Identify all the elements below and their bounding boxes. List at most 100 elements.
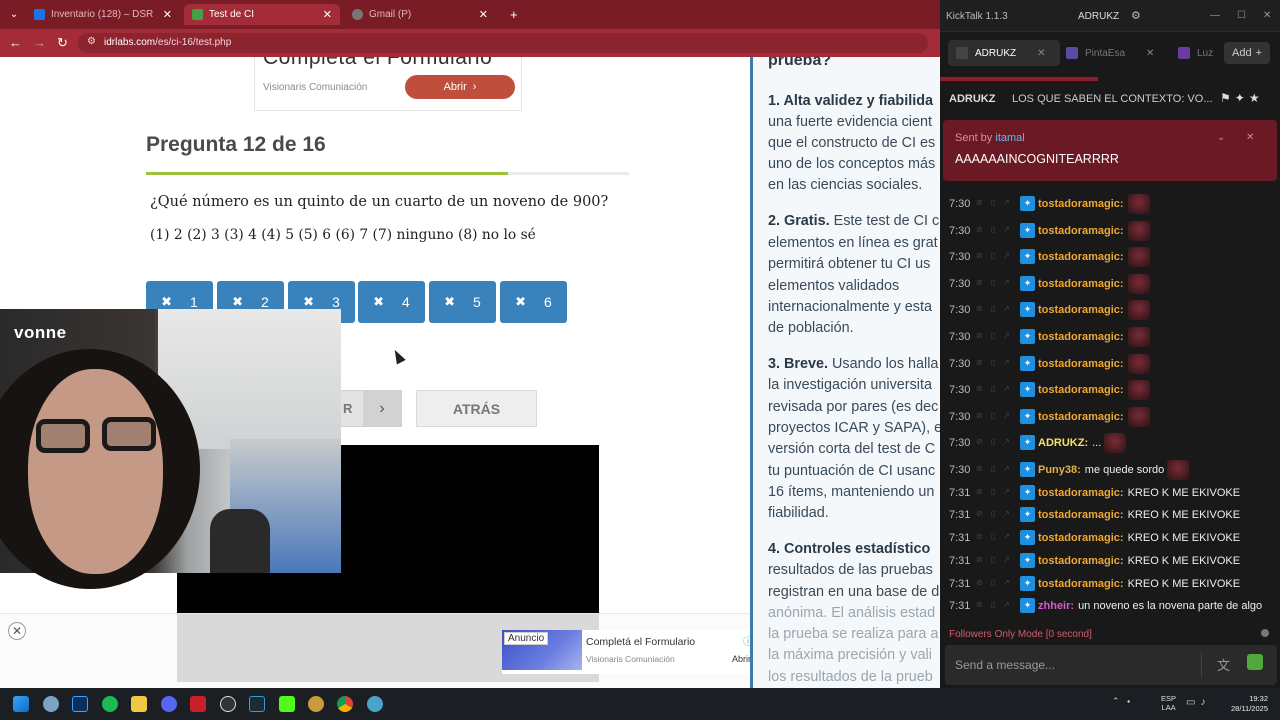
message-user[interactable]: tostadoramagic: bbox=[1038, 509, 1124, 521]
chat-message[interactable]: 7:30 ⊘▯↗ ✦ Puny38: me quede sordo bbox=[940, 459, 1280, 481]
chat-message[interactable]: 7:30 ⊘▯↗ ✦ tostadoramagic: bbox=[940, 220, 1280, 242]
new-tab-button[interactable]: + bbox=[502, 4, 522, 25]
emote-picker-icon[interactable] bbox=[1247, 654, 1263, 670]
next-button[interactable]: R › bbox=[340, 390, 402, 427]
tab-close-icon[interactable]: ✕ bbox=[323, 8, 332, 21]
message-user[interactable]: Puny38: bbox=[1038, 464, 1081, 476]
tab-close-icon[interactable]: ✕ bbox=[163, 8, 172, 21]
mod-actions-icon[interactable]: ⊘▯↗ bbox=[976, 411, 1018, 420]
url-field[interactable]: ⚙ idrlabs.com/es/ci-16/test.php bbox=[78, 33, 928, 53]
close-ad-icon[interactable]: ✕ bbox=[8, 622, 26, 640]
chat-message[interactable]: 7:30 ⊘▯↗ ✦ ADRUKZ:... bbox=[940, 432, 1280, 454]
photoshop-icon[interactable] bbox=[72, 696, 88, 712]
clock[interactable]: 19:32 28/11/2025 bbox=[1226, 694, 1268, 714]
mod-actions-icon[interactable]: ⊘▯↗ bbox=[976, 278, 1018, 287]
top-ad[interactable]: Completa el Formulario Visionaris Comuni… bbox=[254, 57, 522, 111]
gallery-icon[interactable] bbox=[43, 696, 59, 712]
answer-button-5[interactable]: ✖ 5 bbox=[429, 281, 496, 323]
chat-message[interactable]: 7:30 ⊘▯↗ ✦ tostadoramagic: bbox=[940, 353, 1280, 375]
chat-message[interactable]: 7:31 ⊘▯↗ ✦ tostadoramagic: KREO K ME EKIVOKE bbox=[940, 482, 1280, 504]
info-icon[interactable] bbox=[1261, 629, 1269, 637]
chat-tab[interactable]: Luz bbox=[1170, 40, 1220, 66]
message-user[interactable]: tostadoramagic: bbox=[1038, 358, 1124, 370]
spotify-icon[interactable] bbox=[102, 696, 118, 712]
back-arrow-icon[interactable]: ← bbox=[9, 35, 22, 50]
chat-message[interactable]: 7:30 ⊘▯↗ ✦ tostadoramagic: bbox=[940, 246, 1280, 268]
message-user[interactable]: tostadoramagic: bbox=[1038, 411, 1124, 423]
mod-actions-icon[interactable]: ⊘▯↗ bbox=[976, 251, 1018, 260]
browser-tab[interactable]: Inventario (128) – DSR ✕ bbox=[26, 4, 180, 25]
message-user[interactable]: tostadoramagic: bbox=[1038, 487, 1124, 499]
news-icon[interactable] bbox=[190, 696, 206, 712]
unpin-icon[interactable]: ✕ bbox=[1246, 132, 1254, 143]
mod-actions-icon[interactable]: ⊘▯↗ bbox=[976, 437, 1018, 446]
chat-message[interactable]: 7:31 ⊘▯↗ ✦ tostadoramagic: KREO K ME EKIVOKE bbox=[940, 550, 1280, 572]
chat-message[interactable]: 7:31 ⊘▯↗ ✦ tostadoramagic: KREO K ME EKIVOKE bbox=[940, 527, 1280, 549]
back-button[interactable]: ATRÁS bbox=[416, 390, 537, 427]
browser-tab[interactable]: Gmail (P) ✕ bbox=[344, 4, 496, 25]
mod-actions-icon[interactable]: ⊘▯↗ bbox=[976, 384, 1018, 393]
kick-icon[interactable] bbox=[279, 696, 295, 712]
chat-message[interactable]: 7:30 ⊘▯↗ ✦ tostadoramagic: bbox=[940, 406, 1280, 428]
message-user[interactable]: tostadoramagic: bbox=[1038, 278, 1124, 290]
language-indicator[interactable]: ESP LAA bbox=[1161, 694, 1176, 712]
message-input[interactable]: Send a message... 文 bbox=[945, 645, 1277, 685]
message-user[interactable]: tostadoramagic: bbox=[1038, 198, 1124, 210]
chevron-down-icon[interactable]: ⌄ bbox=[1217, 132, 1225, 143]
message-user[interactable]: tostadoramagic: bbox=[1038, 331, 1124, 343]
chat-message[interactable]: 7:30 ⊘▯↗ ✦ tostadoramagic: bbox=[940, 379, 1280, 401]
message-user[interactable]: tostadoramagic: bbox=[1038, 225, 1124, 237]
vegas-icon[interactable] bbox=[249, 696, 265, 712]
capcut-icon[interactable] bbox=[220, 696, 236, 712]
message-user[interactable]: zhheir: bbox=[1038, 600, 1074, 612]
mod-actions-icon[interactable]: ⊘▯↗ bbox=[976, 331, 1018, 340]
site-info-icon[interactable]: ⚙ bbox=[87, 36, 96, 47]
close-window-icon[interactable]: ✕ bbox=[1263, 10, 1271, 21]
mod-actions-icon[interactable]: ⊘▯↗ bbox=[976, 555, 1018, 564]
answer-button-4[interactable]: ✖ 4 bbox=[358, 281, 425, 323]
message-user[interactable]: tostadoramagic: bbox=[1038, 384, 1124, 396]
top-ad-open-button[interactable]: Abrir › bbox=[405, 75, 515, 99]
chat-message[interactable]: 7:30 ⊘▯↗ ✦ tostadoramagic: bbox=[940, 193, 1280, 215]
chat-tab[interactable]: PintaEsa ✕ bbox=[1058, 40, 1164, 66]
file-explorer-icon[interactable] bbox=[131, 696, 147, 712]
message-user[interactable]: tostadoramagic: bbox=[1038, 578, 1124, 590]
chat-tab-active[interactable]: ADRUKZ ✕ bbox=[948, 40, 1060, 66]
message-user[interactable]: ADRUKZ: bbox=[1038, 437, 1088, 449]
answer-button-6[interactable]: ✖ 6 bbox=[500, 281, 567, 323]
windows-start-icon[interactable] bbox=[13, 696, 29, 712]
settings-gear-icon[interactable]: ⚙ bbox=[1131, 9, 1141, 22]
chat-message[interactable]: 7:30 ⊘▯↗ ✦ tostadoramagic: bbox=[940, 299, 1280, 321]
message-user[interactable]: tostadoramagic: bbox=[1038, 555, 1124, 567]
message-user[interactable]: tostadoramagic: bbox=[1038, 304, 1124, 316]
mod-actions-icon[interactable]: ⊘▯↗ bbox=[976, 225, 1018, 234]
mod-actions-icon[interactable]: ⊘▯↗ bbox=[976, 358, 1018, 367]
bottom-ad-card[interactable]: Anuncio Completá el Formulario Visionari… bbox=[502, 630, 766, 674]
chat-message[interactable]: 7:30 ⊘▯↗ ✦ tostadoramagic: bbox=[940, 273, 1280, 295]
window-menu-button[interactable]: ⌄ bbox=[6, 4, 22, 25]
chat-message[interactable]: 7:31 ⊘▯↗ ✦ tostadoramagic: KREO K ME EKIVOKE bbox=[940, 573, 1280, 595]
tab-close-icon[interactable]: ✕ bbox=[479, 8, 488, 21]
browser-tab-active[interactable]: Test de CI ✕ bbox=[184, 4, 340, 25]
chat-message[interactable]: 7:31 ⊘▯↗ ✦ zhheir: un noveno es la novena pa… bbox=[940, 595, 1280, 617]
add-channel-button[interactable]: Add + bbox=[1224, 42, 1270, 64]
mod-actions-icon[interactable]: ⊘▯↗ bbox=[976, 578, 1018, 587]
mod-actions-icon[interactable]: ⊘▯↗ bbox=[976, 198, 1018, 207]
close-tab-icon[interactable]: ✕ bbox=[1146, 48, 1154, 59]
message-user[interactable]: tostadoramagic: bbox=[1038, 532, 1124, 544]
pin-user-star-icons[interactable]: ⚑✦★ bbox=[1220, 91, 1264, 105]
maximize-icon[interactable]: ☐ bbox=[1237, 10, 1246, 21]
tray-overflow-icon[interactable]: ⌃ ⬩ bbox=[1112, 696, 1130, 707]
chat-message[interactable]: 7:31 ⊘▯↗ ✦ tostadoramagic: KREO K ME EKIVOKE bbox=[940, 504, 1280, 526]
reload-icon[interactable]: ↻ bbox=[57, 35, 68, 51]
close-tab-icon[interactable]: ✕ bbox=[1037, 48, 1045, 59]
logged-user[interactable]: ADRUKZ bbox=[1078, 11, 1119, 22]
mod-actions-icon[interactable]: ⊘▯↗ bbox=[976, 509, 1018, 518]
discord-icon[interactable] bbox=[161, 696, 177, 712]
mod-actions-icon[interactable]: ⊘▯↗ bbox=[976, 304, 1018, 313]
forward-arrow-icon[interactable]: → bbox=[33, 35, 46, 50]
earth-icon[interactable] bbox=[367, 696, 383, 712]
translate-icon[interactable]: 文 bbox=[1217, 655, 1230, 674]
mod-actions-icon[interactable]: ⊘▯↗ bbox=[976, 532, 1018, 541]
minimize-icon[interactable]: — bbox=[1210, 10, 1220, 21]
